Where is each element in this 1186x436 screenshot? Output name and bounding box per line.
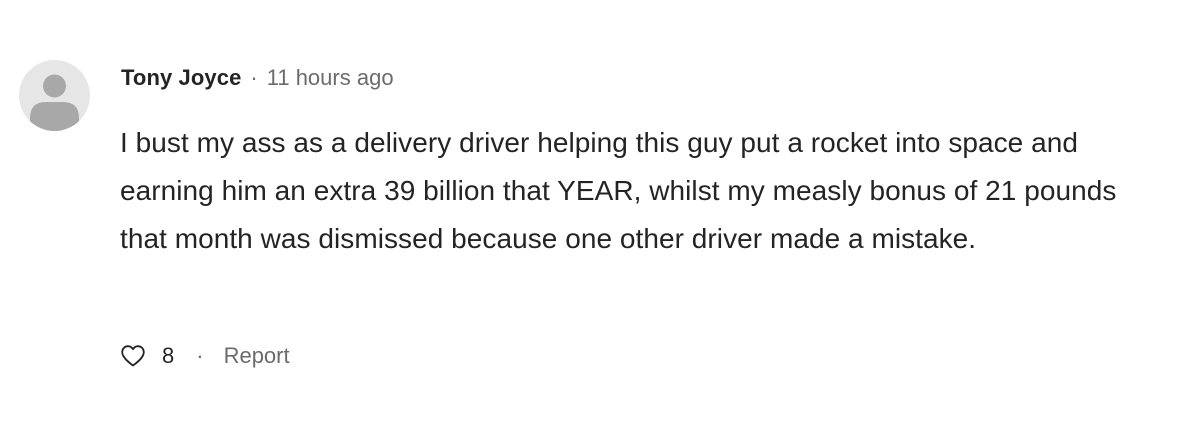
action-separator: · <box>196 343 204 368</box>
heart-outline-icon[interactable] <box>120 344 146 368</box>
like-count: 8 <box>162 343 175 368</box>
avatar[interactable] <box>19 60 90 131</box>
comment-card: Tony Joyce · 11 hours ago I bust my ass … <box>0 0 1186 436</box>
author-name[interactable]: Tony Joyce <box>121 65 241 91</box>
report-button[interactable]: Report <box>224 343 290 369</box>
user-avatar-placeholder-icon <box>30 74 79 131</box>
meta-separator: · <box>250 65 258 90</box>
comment-body: I bust my ass as a delivery driver helpi… <box>120 127 1117 254</box>
like-button[interactable]: 8 <box>120 343 174 369</box>
comment-actions: 8 · Report <box>120 338 290 374</box>
comment-meta: Tony Joyce · 11 hours ago <box>121 62 394 94</box>
comment-timestamp[interactable]: 11 hours ago <box>267 65 394 91</box>
